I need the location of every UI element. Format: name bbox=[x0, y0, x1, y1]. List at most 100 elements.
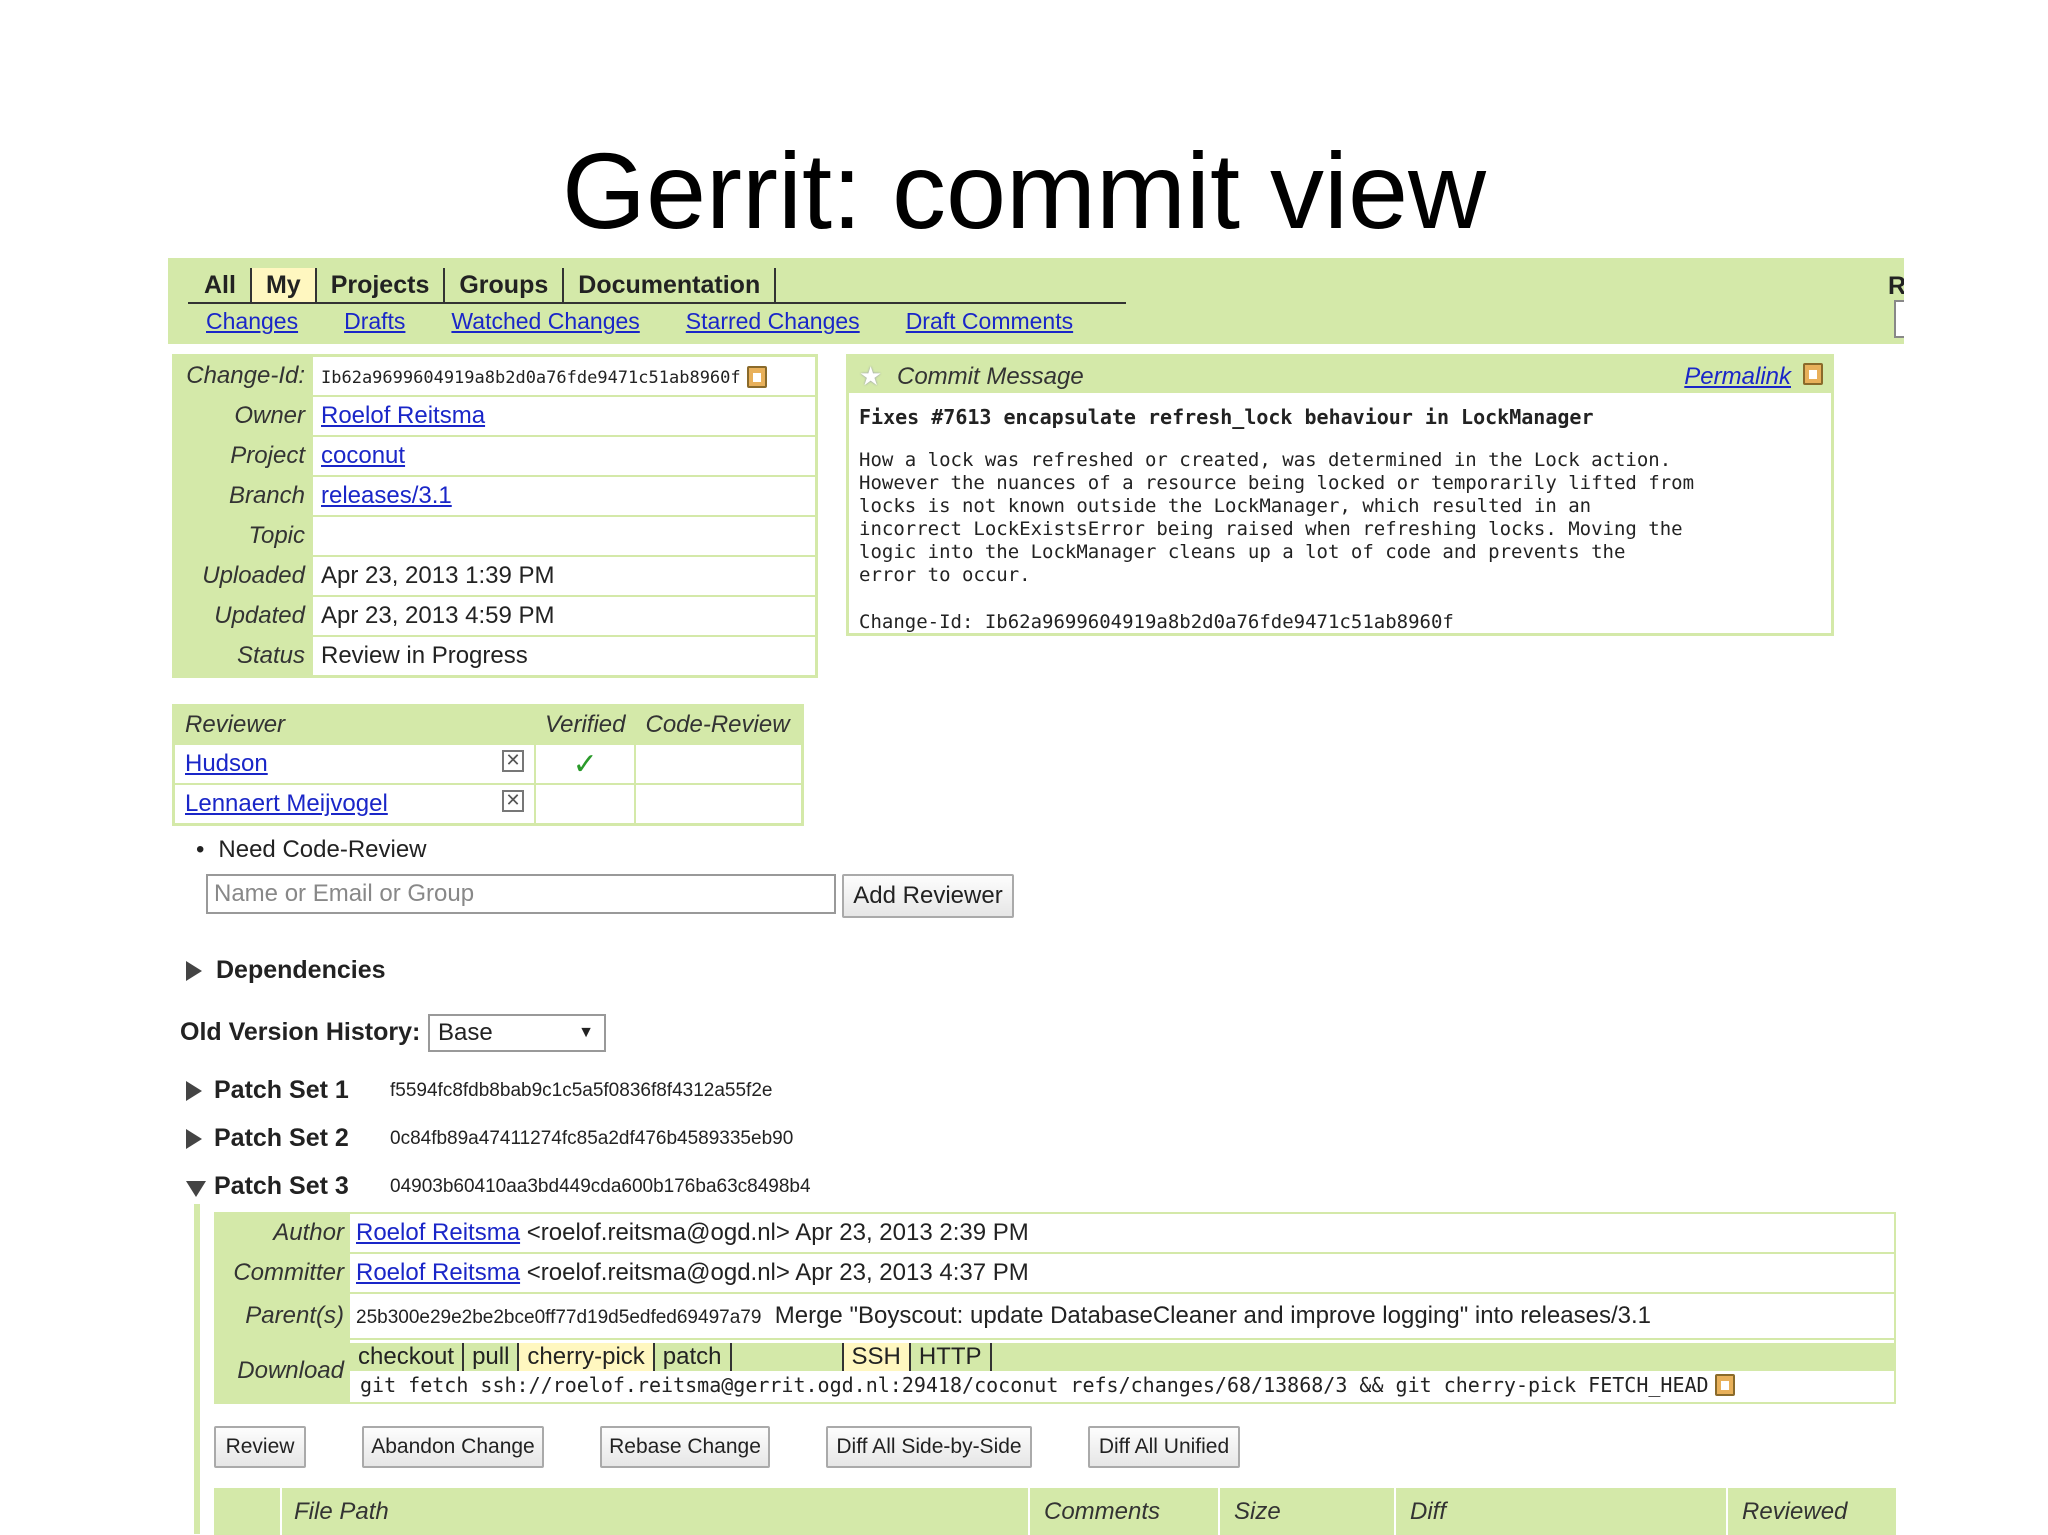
col-reviewed[interactable]: Reviewed bbox=[1742, 1498, 1847, 1526]
old-version-select[interactable]: Base ▼ bbox=[428, 1014, 606, 1052]
author-email-date: <roelof.reitsma@ogd.nl> Apr 23, 2013 2:3… bbox=[526, 1219, 1029, 1246]
reviewer-link[interactable]: Hudson bbox=[185, 750, 268, 777]
download-tab-cherry-pick[interactable]: cherry-pick bbox=[519, 1343, 655, 1371]
protocol-tab-http[interactable]: HTTP bbox=[911, 1343, 992, 1371]
copy-icon[interactable] bbox=[1714, 1374, 1735, 1396]
subtab-draft-comments[interactable]: Draft Comments bbox=[906, 308, 1073, 335]
need-code-review-text: Need Code-Review bbox=[218, 836, 427, 863]
status-label: Status bbox=[173, 635, 313, 677]
col-size[interactable]: Size bbox=[1234, 1498, 1281, 1526]
tab-projects[interactable]: Projects bbox=[317, 268, 446, 302]
commit-message-panel: ★ Commit Message Permalink Fixes #7613 e… bbox=[846, 354, 1834, 636]
copy-icon[interactable] bbox=[746, 365, 767, 388]
column-divider bbox=[1218, 1488, 1220, 1535]
download-label: Download bbox=[215, 1338, 350, 1403]
committer-link[interactable]: Roelof Reitsma bbox=[356, 1259, 520, 1286]
subtab-starred-changes[interactable]: Starred Changes bbox=[686, 308, 860, 335]
change-id-label: Change-Id: bbox=[173, 354, 313, 396]
parent-row: Parent(s) 25b300e29e2be2bce0ff77d19d5edf… bbox=[215, 1292, 1895, 1339]
download-tabs-spacer bbox=[732, 1343, 844, 1371]
patch-set-3-details: Author Roelof Reitsma <roelof.reitsma@og… bbox=[214, 1212, 1896, 1404]
subtab-changes[interactable]: Changes bbox=[206, 308, 298, 335]
patch-set-label: Patch Set 2 bbox=[214, 1124, 349, 1152]
rebase-change-button[interactable]: Rebase Change bbox=[600, 1426, 770, 1468]
patch-set-3-toggle[interactable]: Patch Set 3 04903b60410aa3bd449cda600b17… bbox=[186, 1172, 811, 1201]
dependencies-label: Dependencies bbox=[216, 956, 386, 984]
col-file-path[interactable]: File Path bbox=[294, 1498, 389, 1526]
subtab-watched-changes[interactable]: Watched Changes bbox=[451, 308, 639, 335]
diff-all-side-by-side-button[interactable]: Diff All Side-by-Side bbox=[826, 1426, 1032, 1468]
review-button[interactable]: Review bbox=[214, 1426, 306, 1468]
expand-triangle-icon bbox=[186, 1128, 202, 1149]
change-id-row: Change-Id: Ib62a9699604919a8b2d0a76fde94… bbox=[173, 354, 817, 396]
column-divider bbox=[1394, 1488, 1396, 1535]
copy-icon[interactable] bbox=[1803, 363, 1823, 385]
download-command[interactable]: git fetch ssh://roelof.reitsma@gerrit.og… bbox=[360, 1373, 1709, 1397]
permalink-link[interactable]: Permalink bbox=[1684, 363, 1791, 391]
remove-reviewer-icon[interactable]: ✕ bbox=[502, 790, 524, 812]
patch-set-2-toggle[interactable]: Patch Set 2 0c84fb89a47411274fc85a2df476… bbox=[186, 1124, 793, 1153]
commit-subject: Fixes #7613 encapsulate refresh_lock beh… bbox=[859, 405, 1594, 429]
tab-my[interactable]: My bbox=[251, 268, 317, 302]
branch-label: Branch bbox=[173, 475, 313, 516]
committer-label: Committer bbox=[215, 1252, 350, 1293]
search-input[interactable] bbox=[1894, 300, 1904, 338]
download-tab-checkout[interactable]: checkout bbox=[350, 1343, 465, 1371]
commit-body: How a lock was refreshed or created, was… bbox=[859, 449, 1695, 586]
table-row: Lennaert Meijvogel ✕ bbox=[173, 783, 803, 825]
tab-groups[interactable]: Groups bbox=[445, 268, 565, 302]
reviewer-name-input[interactable] bbox=[206, 874, 836, 914]
col-diff[interactable]: Diff bbox=[1410, 1498, 1446, 1526]
col-code-review: Code-Review bbox=[635, 705, 803, 744]
project-row: Project coconut bbox=[173, 435, 817, 476]
expand-triangle-icon bbox=[186, 1080, 202, 1101]
reviewer-link[interactable]: Lennaert Meijvogel bbox=[185, 790, 388, 817]
old-version-label: Old Version History: bbox=[180, 1018, 421, 1046]
remove-reviewer-icon[interactable]: ✕ bbox=[502, 750, 524, 772]
topic-row: Topic bbox=[173, 515, 817, 556]
change-id-value: Ib62a9699604919a8b2d0a76fde9471c51ab8960… bbox=[321, 368, 741, 388]
code-review-value bbox=[634, 783, 803, 825]
column-divider bbox=[1028, 1488, 1030, 1535]
project-link[interactable]: coconut bbox=[321, 442, 405, 469]
download-tab-pull[interactable]: pull bbox=[464, 1343, 520, 1371]
add-reviewer-button[interactable]: Add Reviewer bbox=[842, 874, 1014, 918]
old-version-selected: Base bbox=[438, 1019, 493, 1046]
committer-email-date: <roelof.reitsma@ogd.nl> Apr 23, 2013 4:3… bbox=[526, 1259, 1029, 1286]
uploaded-row: Uploaded Apr 23, 2013 1:39 PM bbox=[173, 555, 817, 596]
commit-message-header: ★ Commit Message Permalink bbox=[849, 357, 1831, 393]
col-reviewer: Reviewer bbox=[173, 705, 535, 744]
uploaded-label: Uploaded bbox=[173, 555, 313, 596]
patch-set-1-toggle[interactable]: Patch Set 1 f5594fc8fdb8bab9c1c5a5f0836f… bbox=[186, 1076, 772, 1105]
column-divider bbox=[1726, 1488, 1728, 1535]
author-link[interactable]: Roelof Reitsma bbox=[356, 1219, 520, 1246]
download-tab-patch[interactable]: patch bbox=[655, 1343, 732, 1371]
search-label: Rc bbox=[1888, 272, 1904, 300]
table-row: Hudson ✕ ✓ bbox=[173, 743, 803, 784]
diff-all-unified-button[interactable]: Diff All Unified bbox=[1088, 1426, 1240, 1468]
owner-label: Owner bbox=[173, 395, 313, 436]
committer-row: Committer Roelof Reitsma <roelof.reitsma… bbox=[215, 1252, 1895, 1293]
col-verified: Verified bbox=[535, 705, 636, 744]
project-label: Project bbox=[173, 435, 313, 476]
slide-title: Gerrit: commit view bbox=[561, 130, 1487, 251]
dependencies-toggle[interactable]: Dependencies bbox=[186, 956, 386, 985]
branch-link[interactable]: releases/3.1 bbox=[321, 482, 452, 509]
abandon-change-button[interactable]: Abandon Change bbox=[362, 1426, 544, 1468]
tabs-divider bbox=[188, 302, 1126, 304]
tab-all[interactable]: All bbox=[190, 268, 252, 302]
patch-set-label: Patch Set 3 bbox=[214, 1172, 349, 1200]
parent-label: Parent(s) bbox=[215, 1292, 350, 1339]
owner-link[interactable]: Roelof Reitsma bbox=[321, 402, 485, 429]
tab-documentation[interactable]: Documentation bbox=[564, 268, 777, 302]
updated-row: Updated Apr 23, 2013 4:59 PM bbox=[173, 595, 817, 636]
protocol-tab-ssh[interactable]: SSH bbox=[843, 1343, 911, 1371]
subtab-drafts[interactable]: Drafts bbox=[344, 308, 405, 335]
star-icon[interactable]: ★ bbox=[859, 361, 882, 392]
uploaded-value: Apr 23, 2013 1:39 PM bbox=[313, 555, 817, 596]
col-comments[interactable]: Comments bbox=[1044, 1498, 1160, 1526]
patch-set-label: Patch Set 1 bbox=[214, 1076, 349, 1104]
author-row: Author Roelof Reitsma <roelof.reitsma@og… bbox=[215, 1212, 1895, 1253]
expand-triangle-icon bbox=[186, 960, 202, 981]
status-row: Status Review in Progress bbox=[173, 635, 817, 677]
